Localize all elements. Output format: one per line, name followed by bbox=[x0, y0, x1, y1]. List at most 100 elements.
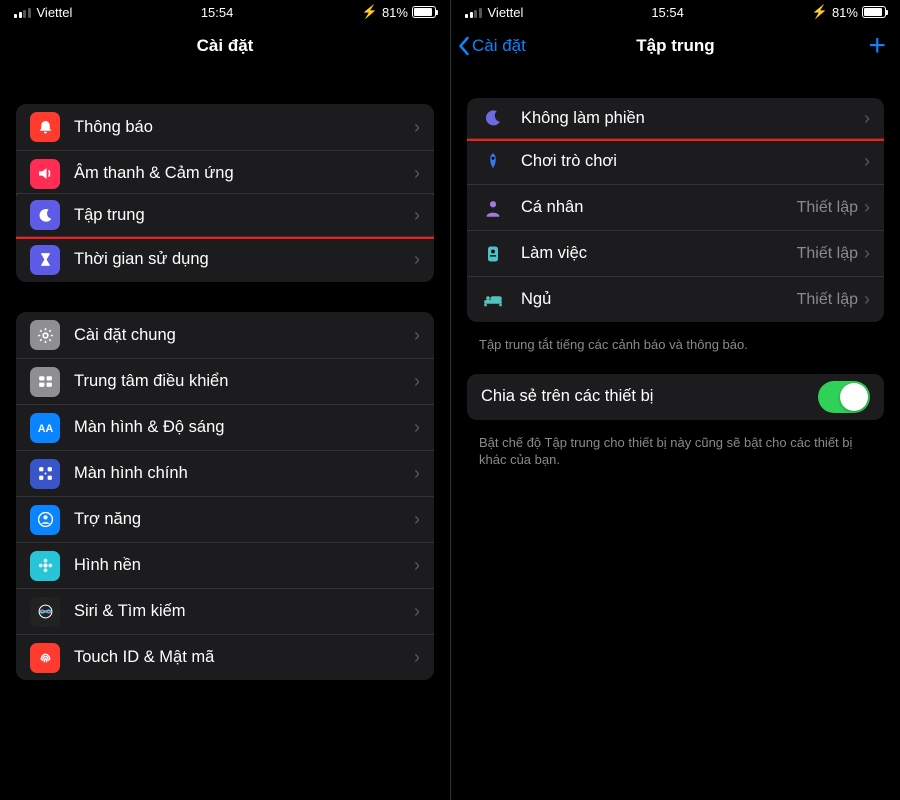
row-detail: Thiết lập bbox=[797, 291, 858, 309]
page-title: Cài đặt bbox=[197, 36, 254, 56]
settings-row[interactable]: Thời gian sử dụng › bbox=[16, 236, 434, 282]
badge-icon bbox=[481, 242, 505, 266]
row-label: Ngủ bbox=[521, 290, 797, 309]
chevron-right-icon: › bbox=[414, 371, 420, 392]
rocket-icon bbox=[481, 150, 505, 174]
settings-row[interactable]: Màn hình & Độ sáng › bbox=[16, 404, 434, 450]
row-label: Màn hình chính bbox=[74, 464, 414, 483]
share-row-label: Chia sẻ trên các thiết bị bbox=[481, 387, 818, 406]
bell-badge-icon bbox=[30, 112, 60, 142]
share-across-devices-row[interactable]: Chia sẻ trên các thiết bị bbox=[467, 374, 884, 420]
signal-icon bbox=[465, 7, 482, 18]
page-title: Tập trung bbox=[636, 36, 714, 56]
settings-row[interactable]: Thông báo › bbox=[16, 104, 434, 150]
settings-row[interactable]: Tập trung › bbox=[16, 193, 434, 239]
person-icon bbox=[481, 196, 505, 220]
chevron-right-icon: › bbox=[864, 108, 870, 129]
accessibility-icon bbox=[30, 505, 60, 535]
row-label: Siri & Tìm kiếm bbox=[74, 602, 414, 621]
clock-label: 15:54 bbox=[651, 5, 684, 20]
hourglass-icon bbox=[30, 245, 60, 275]
signal-icon bbox=[14, 7, 31, 18]
chevron-right-icon: › bbox=[414, 463, 420, 484]
focus-group-footer: Tập trung tắt tiếng các cảnh báo và thôn… bbox=[479, 336, 872, 354]
chevron-right-icon: › bbox=[414, 249, 420, 270]
row-label: Màn hình & Độ sáng bbox=[74, 418, 414, 437]
share-toggle[interactable] bbox=[818, 381, 870, 413]
settings-row[interactable]: Siri & Tìm kiếm › bbox=[16, 588, 434, 634]
clock-label: 15:54 bbox=[201, 5, 234, 20]
nav-bar: Cài đặt Tập trung + bbox=[451, 24, 900, 68]
focus-row[interactable]: Làm việc Thiết lập › bbox=[467, 230, 884, 276]
nav-bar: Cài đặt bbox=[0, 24, 450, 68]
focus-row[interactable]: Chơi trò chơi › bbox=[467, 138, 884, 184]
row-label: Trung tâm điều khiển bbox=[74, 372, 414, 391]
row-detail: Thiết lập bbox=[797, 199, 858, 217]
focus-screen: Viettel 15:54 ⚡ 81% Cài đặt Tập trung + … bbox=[450, 0, 900, 800]
focus-row[interactable]: Ngủ Thiết lập › bbox=[467, 276, 884, 322]
focus-row[interactable]: Không làm phiền › bbox=[467, 98, 884, 141]
battery-pct-label: 81% bbox=[832, 5, 858, 20]
add-focus-button[interactable]: + bbox=[868, 24, 886, 68]
gear-icon bbox=[30, 320, 60, 350]
back-button[interactable]: Cài đặt bbox=[457, 24, 526, 68]
row-label: Âm thanh & Cảm ứng bbox=[74, 164, 414, 183]
battery-icon bbox=[862, 6, 886, 18]
chevron-left-icon bbox=[457, 36, 470, 56]
chevron-right-icon: › bbox=[414, 205, 420, 226]
settings-row[interactable]: Hình nền › bbox=[16, 542, 434, 588]
row-label: Trợ năng bbox=[74, 510, 414, 529]
bed-icon bbox=[481, 288, 505, 312]
display-icon bbox=[30, 413, 60, 443]
row-label: Cài đặt chung bbox=[74, 326, 414, 345]
settings-list[interactable]: Thông báo › Âm thanh & Cảm ứng › Tập tru… bbox=[0, 68, 450, 800]
chevron-right-icon: › bbox=[864, 151, 870, 172]
settings-row[interactable]: Âm thanh & Cảm ứng › bbox=[16, 150, 434, 196]
speaker-icon bbox=[30, 159, 60, 189]
home-screen-icon bbox=[30, 459, 60, 489]
focus-row[interactable]: Cá nhân Thiết lập › bbox=[467, 184, 884, 230]
row-label: Thời gian sử dụng bbox=[74, 250, 414, 269]
battery-icon bbox=[412, 6, 436, 18]
chevron-right-icon: › bbox=[414, 417, 420, 438]
chevron-right-icon: › bbox=[414, 509, 420, 530]
row-label: Chơi trò chơi bbox=[521, 152, 864, 171]
chevron-right-icon: › bbox=[414, 325, 420, 346]
chevron-right-icon: › bbox=[414, 601, 420, 622]
carrier-label: Viettel bbox=[37, 5, 73, 20]
share-footer: Bật chế độ Tập trung cho thiết bị này cũ… bbox=[479, 434, 872, 469]
row-label: Làm việc bbox=[521, 244, 797, 263]
settings-screen: Viettel 15:54 ⚡ 81% Cài đặt Thông báo › … bbox=[0, 0, 450, 800]
chevron-right-icon: › bbox=[414, 647, 420, 668]
row-label: Thông báo bbox=[74, 118, 414, 137]
chevron-right-icon: › bbox=[864, 289, 870, 310]
row-detail: Thiết lập bbox=[797, 245, 858, 263]
chevron-right-icon: › bbox=[414, 163, 420, 184]
settings-row[interactable]: Trợ năng › bbox=[16, 496, 434, 542]
chevron-right-icon: › bbox=[414, 117, 420, 138]
settings-row[interactable]: Trung tâm điều khiển › bbox=[16, 358, 434, 404]
row-label: Không làm phiền bbox=[521, 109, 864, 128]
focus-list[interactable]: Không làm phiền › Chơi trò chơi › Cá nhâ… bbox=[451, 68, 900, 800]
settings-row[interactable]: Touch ID & Mật mã › bbox=[16, 634, 434, 680]
back-label: Cài đặt bbox=[472, 36, 526, 56]
touchid-icon bbox=[30, 643, 60, 673]
row-label: Touch ID & Mật mã bbox=[74, 648, 414, 667]
status-bar: Viettel 15:54 ⚡ 81% bbox=[451, 0, 900, 24]
chevron-right-icon: › bbox=[864, 197, 870, 218]
wallpaper-icon bbox=[30, 551, 60, 581]
siri-icon bbox=[30, 597, 60, 627]
chevron-right-icon: › bbox=[864, 243, 870, 264]
row-label: Hình nền bbox=[74, 556, 414, 575]
battery-pct-label: 81% bbox=[382, 5, 408, 20]
charge-icon: ⚡ bbox=[362, 4, 378, 20]
control-center-icon bbox=[30, 367, 60, 397]
status-bar: Viettel 15:54 ⚡ 81% bbox=[0, 0, 450, 24]
carrier-label: Viettel bbox=[488, 5, 524, 20]
row-label: Cá nhân bbox=[521, 198, 797, 217]
moon-icon bbox=[30, 200, 60, 230]
chevron-right-icon: › bbox=[414, 555, 420, 576]
moon-icon bbox=[481, 106, 505, 130]
settings-row[interactable]: Cài đặt chung › bbox=[16, 312, 434, 358]
settings-row[interactable]: Màn hình chính › bbox=[16, 450, 434, 496]
